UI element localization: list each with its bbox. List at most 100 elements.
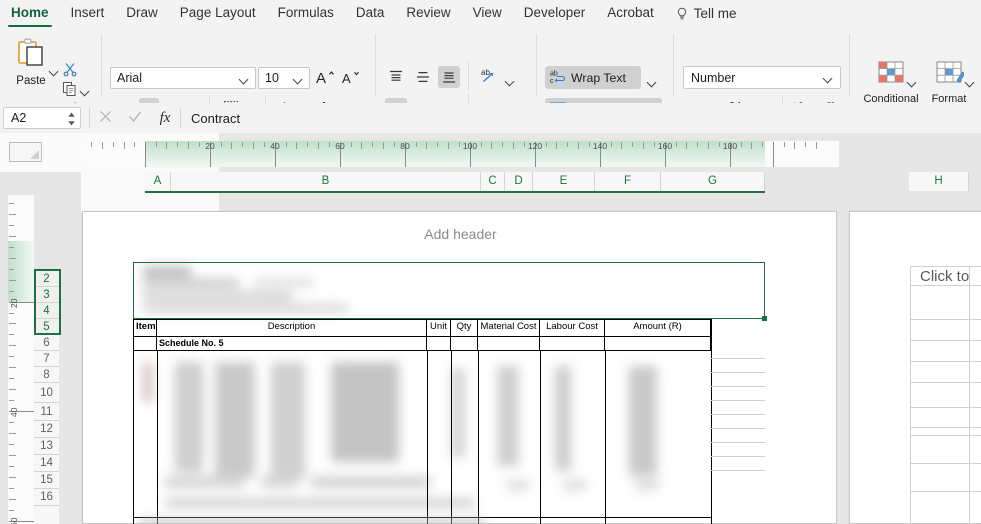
grid-line-faint [711,400,765,401]
grid-line-faint [711,470,765,471]
ruler-label: 100 [462,141,478,151]
column-header-d[interactable]: D [505,172,533,191]
cell-schedule-label[interactable]: Schedule No. 5 [157,337,427,351]
table-header-material-cost[interactable]: Material Cost [478,319,540,337]
row-header-16[interactable]: 16 [34,489,59,506]
paste-button[interactable]: Paste [8,32,54,96]
cell-item-blank[interactable] [133,337,157,351]
column-header-h[interactable]: H [909,172,969,191]
column-header-e[interactable]: E [533,172,595,191]
grid-line [133,351,134,524]
cell-amount-blank[interactable] [605,337,711,351]
text-orientation-icon[interactable]: ab [478,65,502,89]
align-middle-icon[interactable] [412,66,434,88]
formula-bar: A2 fx Contract [0,103,981,133]
add-header-placeholder[interactable]: Add header [83,226,838,242]
vruler-label: 20 [9,298,19,308]
fill-handle[interactable] [762,316,767,321]
ruler-label: 180 [722,141,738,151]
lightbulb-icon [676,7,688,21]
align-bottom-icon[interactable] [438,66,460,88]
column-header-c[interactable]: C [481,172,505,191]
decrease-font-size-icon[interactable]: A [341,66,363,88]
wrap-text-button[interactable]: ab c Wrap Text [545,66,641,89]
copy-icon[interactable] [62,81,78,102]
tab-formulas[interactable]: Formulas [267,0,345,28]
ruler-label: 160 [657,141,673,151]
conditional-formatting-dropdown-arrow[interactable] [908,73,918,83]
name-box[interactable]: A2 [3,107,81,129]
column-header-b[interactable]: B [171,172,481,191]
format-as-table-icon [934,60,966,91]
scissors-icon[interactable] [62,61,78,82]
column-header-band: A B C D E F G H [0,172,981,212]
orientation-dropdown-arrow[interactable] [506,72,516,82]
row-header-10[interactable]: 10 [34,383,59,403]
confirm-icon[interactable] [120,110,150,127]
font-size-combobox[interactable]: 10 [258,67,310,89]
cell-unit-blank[interactable] [427,337,451,351]
formula-bar-input[interactable]: Contract [191,111,240,126]
table-header-description[interactable]: Description [157,319,427,337]
tab-insert[interactable]: Insert [60,0,116,28]
font-name-combobox[interactable]: Arial [110,67,256,89]
paste-dropdown-arrow[interactable] [50,62,60,72]
tab-draw[interactable]: Draw [115,0,169,28]
row-header-3[interactable]: 3 [34,287,59,303]
row-header-5[interactable]: 5 [34,319,59,335]
tab-acrobat[interactable]: Acrobat [596,0,665,28]
format-as-table-dropdown-arrow[interactable] [966,73,976,83]
cell-material-blank[interactable] [478,337,540,351]
column-header-f[interactable]: F [595,172,661,191]
increase-font-size-icon[interactable]: A [315,66,337,88]
tab-view[interactable]: View [462,0,513,28]
number-format-combobox[interactable]: Number [683,66,841,89]
font-size-value: 10 [265,71,279,85]
wrap-text-icon: ab c [549,68,566,88]
row-header-11[interactable]: 11 [34,403,59,421]
row-header-14[interactable]: 14 [34,455,59,472]
grid-line [711,319,712,524]
insert-function-icon[interactable]: fx [150,110,180,127]
table-header-unit[interactable]: Unit [427,319,451,337]
wrap-text-dropdown-arrow[interactable] [648,73,658,83]
table-header-qty[interactable]: Qty [451,319,478,337]
row-header-8[interactable]: 8 [34,367,59,383]
click-to-add-label[interactable]: Click to [920,268,969,285]
table-header-labour-cost[interactable]: Labour Cost [540,319,605,337]
row-header-7[interactable]: 7 [34,351,59,367]
tab-tell-me[interactable]: Tell me [665,0,748,28]
table-body-blurred-content[interactable] [135,354,710,509]
printed-page-2[interactable]: Click to [849,211,981,524]
row-header-15[interactable]: 15 [34,472,59,489]
cancel-icon[interactable] [90,110,120,127]
tab-developer[interactable]: Developer [513,0,597,28]
tab-page-layout[interactable]: Page Layout [169,0,267,28]
printed-page-1[interactable]: Add header Item Description Unit Qty Mat… [82,211,837,524]
cell-qty-blank[interactable] [451,337,478,351]
row-header-13[interactable]: 13 [34,438,59,455]
spreadsheet-grid[interactable]: 20 40 60 80 100 120 140 160 180 A B C D … [0,133,981,524]
row-header-12[interactable]: 12 [34,421,59,438]
table-header-item[interactable]: Item [133,319,157,337]
tab-review[interactable]: Review [395,0,461,28]
row-header-6[interactable]: 6 [34,335,59,351]
table-header-amount[interactable]: Amount (R) [605,319,711,337]
cell-a2-blurred-content[interactable] [134,263,382,318]
copy-dropdown-arrow[interactable] [81,82,91,92]
row-header-4[interactable]: 4 [34,303,59,319]
grid-line-faint [711,386,765,387]
tab-data[interactable]: Data [345,0,396,28]
grid-line [451,351,452,524]
name-box-value: A2 [11,111,27,125]
name-box-spinner[interactable] [67,111,76,127]
align-top-icon[interactable] [385,66,407,88]
column-header-a[interactable]: A [145,172,171,191]
tab-home[interactable]: Home [0,0,60,28]
select-all-button[interactable] [9,142,42,162]
cell-labour-blank[interactable] [540,337,605,351]
column-header-g[interactable]: G [661,172,765,191]
row-header-2[interactable]: 2 [34,271,59,287]
grid-line [478,351,479,524]
horizontal-ruler: 20 40 60 80 100 120 140 160 180 [81,141,839,167]
